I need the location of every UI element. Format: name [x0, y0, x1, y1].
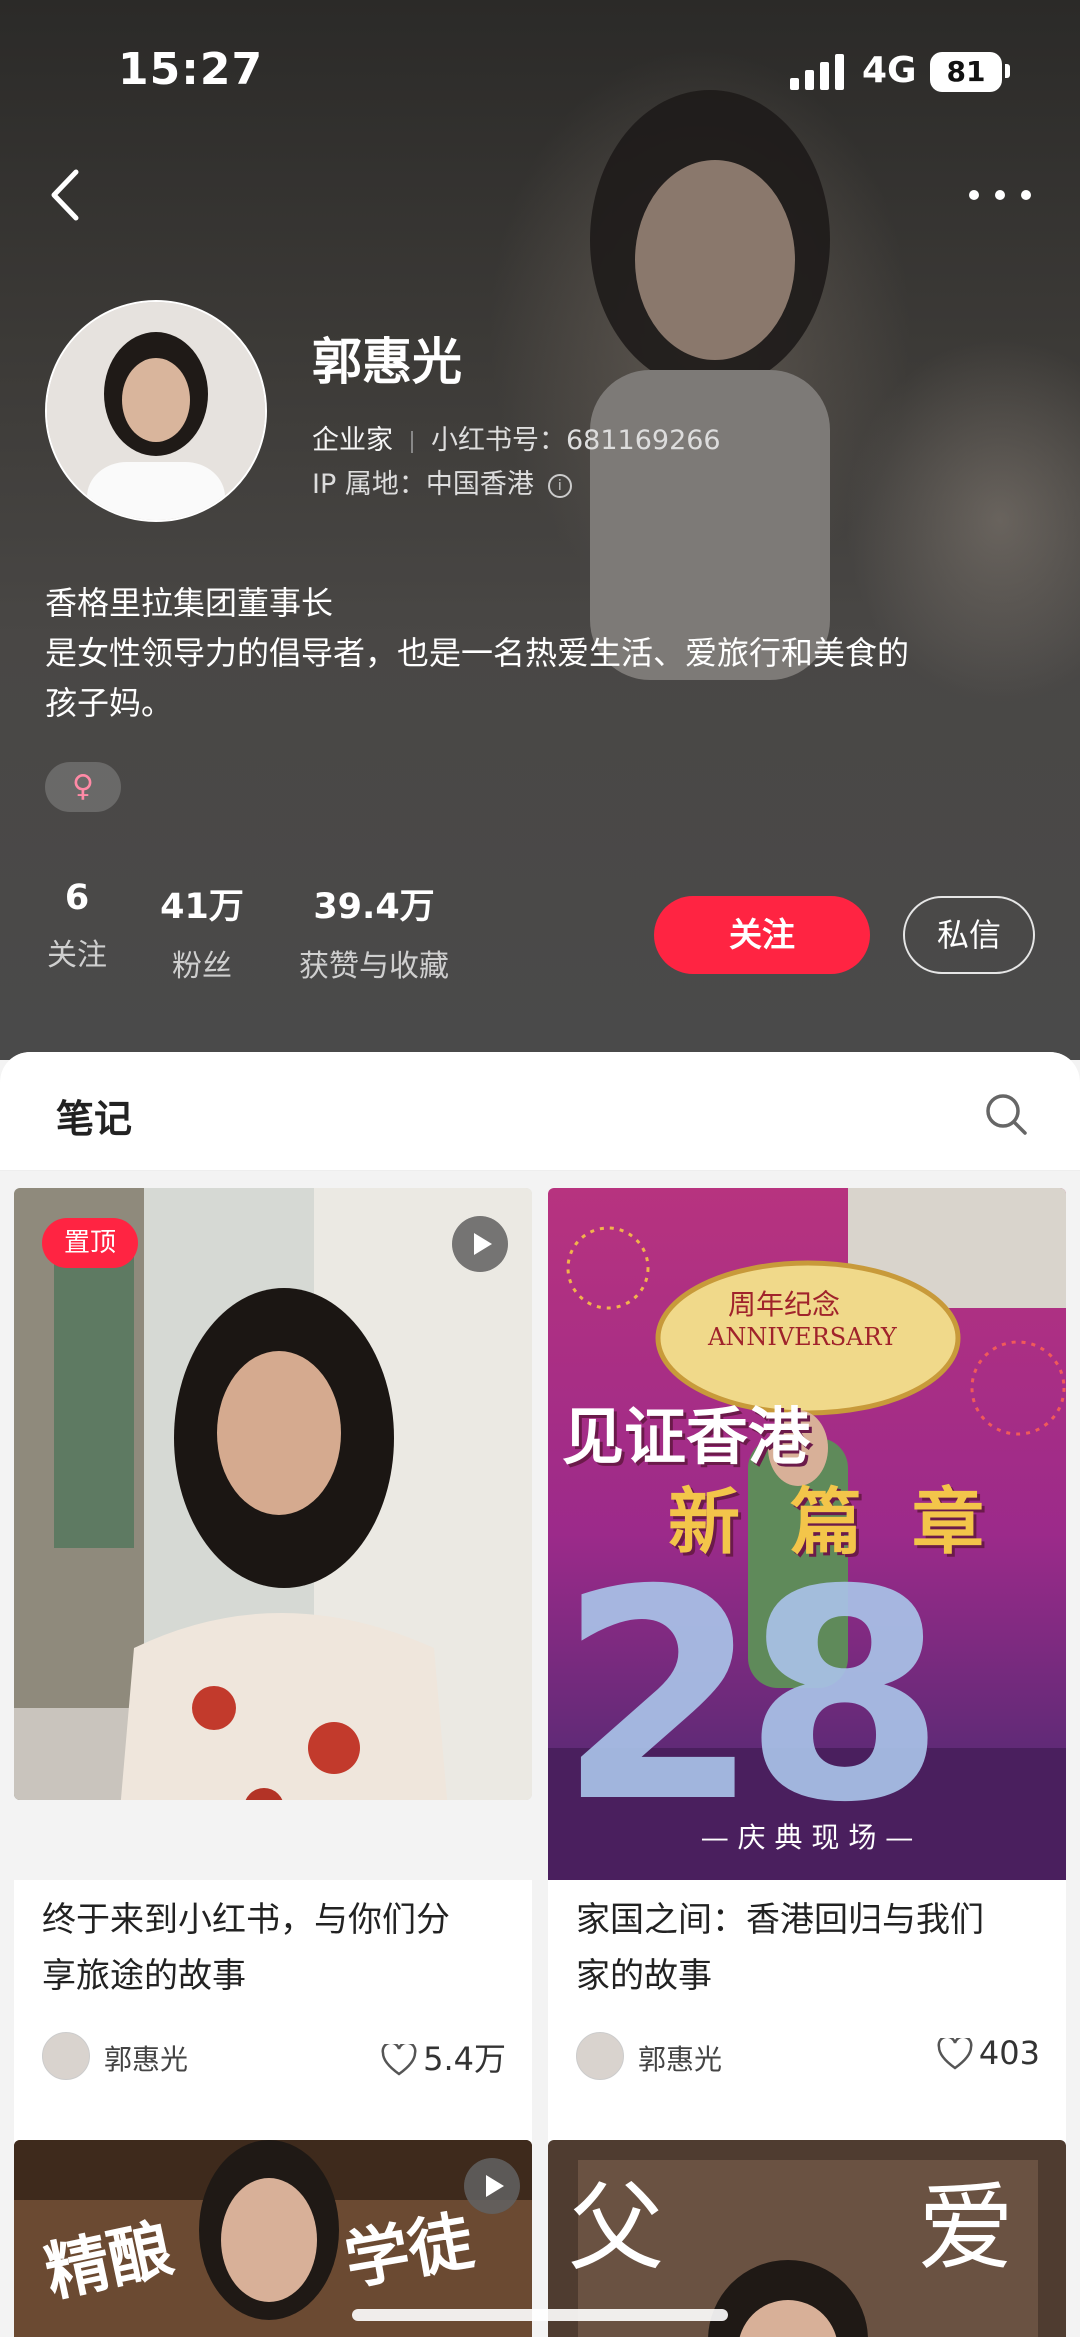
- follow-button[interactable]: 关注: [654, 896, 870, 974]
- bio-line: 香格里拉集团董事长: [45, 584, 334, 622]
- home-indicator[interactable]: [352, 2309, 728, 2321]
- ip-location-text: IP 属地：中国香港: [312, 469, 534, 500]
- note-card[interactable]: 精酿 学徒: [14, 2140, 532, 2337]
- note-title-line: 享旅途的故事: [42, 1956, 246, 1996]
- heart-icon: [381, 2044, 417, 2076]
- info-icon[interactable]: i: [547, 473, 572, 498]
- profile-avatar[interactable]: [45, 300, 267, 522]
- status-time: 15:27: [118, 44, 264, 95]
- meta-divider: [411, 430, 413, 453]
- stat-following[interactable]: 6 关注: [45, 878, 109, 974]
- profile-occupation: 企业家: [312, 425, 393, 456]
- gender-female-icon: ♀: [45, 762, 121, 812]
- poster-anniversary-cn: 周年纪念: [728, 1288, 841, 1321]
- note-card[interactable]: 置顶: [14, 1188, 532, 1800]
- stat-label: 获赞与收藏: [299, 949, 449, 984]
- note-title: 终于来到小红书，与你们分 享旅途的故事: [42, 1892, 522, 2004]
- stat-label: 粉丝: [172, 949, 232, 984]
- note-card-info[interactable]: 终于来到小红书，与你们分 享旅途的故事 郭惠光 5.4万: [14, 1880, 532, 2152]
- bio-line: 是女性领导力的倡导者，也是一名热爱生活、爱旅行和美食的: [45, 634, 910, 672]
- bio-line: 孩子妈。: [45, 684, 174, 722]
- cover-text-left: 父: [568, 2172, 664, 2284]
- note-title-line: 家国之间：香港回归与我们: [576, 1900, 984, 1940]
- note-card[interactable]: 父 爱: [548, 2140, 1066, 2337]
- stat-value: 6: [64, 878, 90, 918]
- likes-count: 5.4万: [423, 2040, 506, 2078]
- note-title-line: 终于来到小红书，与你们分: [42, 1900, 450, 1940]
- note-card[interactable]: 周年纪念 ANNIVERSARY 见证香港 新篇章 28 — 庆 典 现 场 —: [548, 1188, 1066, 1880]
- note-title: 家国之间：香港回归与我们 家的故事: [576, 1892, 1056, 2004]
- note-likes[interactable]: 403: [937, 2034, 1040, 2072]
- signal-icon: [790, 54, 844, 90]
- profile-header: 15:27 4G 81 郭惠光 企业家 小红书号：681169266 IP 属地：…: [0, 0, 1080, 1060]
- likes-count: 403: [978, 2034, 1040, 2072]
- profile-bio: 香格里拉集团董事长 是女性领导力的倡导者，也是一名热爱生活、爱旅行和美食的 孩子…: [45, 578, 1035, 728]
- profile-meta: 企业家 小红书号：681169266: [312, 418, 721, 457]
- ip-location: IP 属地：中国香港 i: [312, 462, 572, 501]
- battery-tip: [1005, 64, 1010, 78]
- stat-followers[interactable]: 41万 粉丝: [158, 878, 246, 985]
- poster-footer: — 庆 典 现 场 —: [700, 1821, 914, 1854]
- notes-panel: 笔记 置顶 终于来到小红书，与你们分 享旅途的故事 郭惠光 5.4万 周年纪念 …: [0, 1052, 1080, 2337]
- profile-name: 郭惠光: [312, 333, 462, 391]
- battery-icon: 81: [930, 52, 1002, 92]
- heart-icon: [937, 2038, 973, 2070]
- search-icon[interactable]: [982, 1090, 1030, 1138]
- notes-tab-bar: 笔记: [0, 1052, 1080, 1171]
- author-avatar[interactable]: [576, 2032, 624, 2080]
- note-title-line: 家的故事: [576, 1956, 712, 1996]
- note-author[interactable]: 郭惠光: [104, 2038, 188, 2078]
- more-options-icon[interactable]: [960, 170, 1040, 220]
- poster-anniversary-en: ANNIVERSARY: [708, 1323, 897, 1351]
- note-author[interactable]: 郭惠光: [638, 2038, 722, 2078]
- avatar-portrait: [47, 302, 265, 520]
- network-type: 4G: [862, 50, 917, 91]
- back-arrow-icon[interactable]: [40, 160, 90, 230]
- pinned-badge: 置顶: [42, 1218, 138, 1268]
- profile-id: 小红书号：681169266: [431, 425, 721, 456]
- stat-likes-collections[interactable]: 39.4万 获赞与收藏: [290, 878, 458, 985]
- video-play-icon: [464, 2158, 520, 2214]
- stat-value: 39.4万: [313, 887, 435, 927]
- video-play-icon: [452, 1216, 508, 1272]
- poster-big-number: 28: [558, 1529, 946, 1866]
- author-avatar[interactable]: [42, 2032, 90, 2080]
- stat-label: 关注: [47, 938, 107, 973]
- cover-text-right: 爱: [918, 2172, 1014, 2284]
- note-card-info[interactable]: 家国之间：香港回归与我们 家的故事 郭惠光 403: [548, 1880, 1066, 2152]
- stat-value: 41万: [160, 887, 244, 927]
- status-bar: 15:27 4G 81: [0, 0, 1080, 140]
- message-button[interactable]: 私信: [903, 896, 1035, 974]
- note-likes[interactable]: 5.4万: [381, 2034, 506, 2080]
- note-cover-image: [14, 1188, 532, 1800]
- tab-notes[interactable]: 笔记: [56, 1088, 132, 1143]
